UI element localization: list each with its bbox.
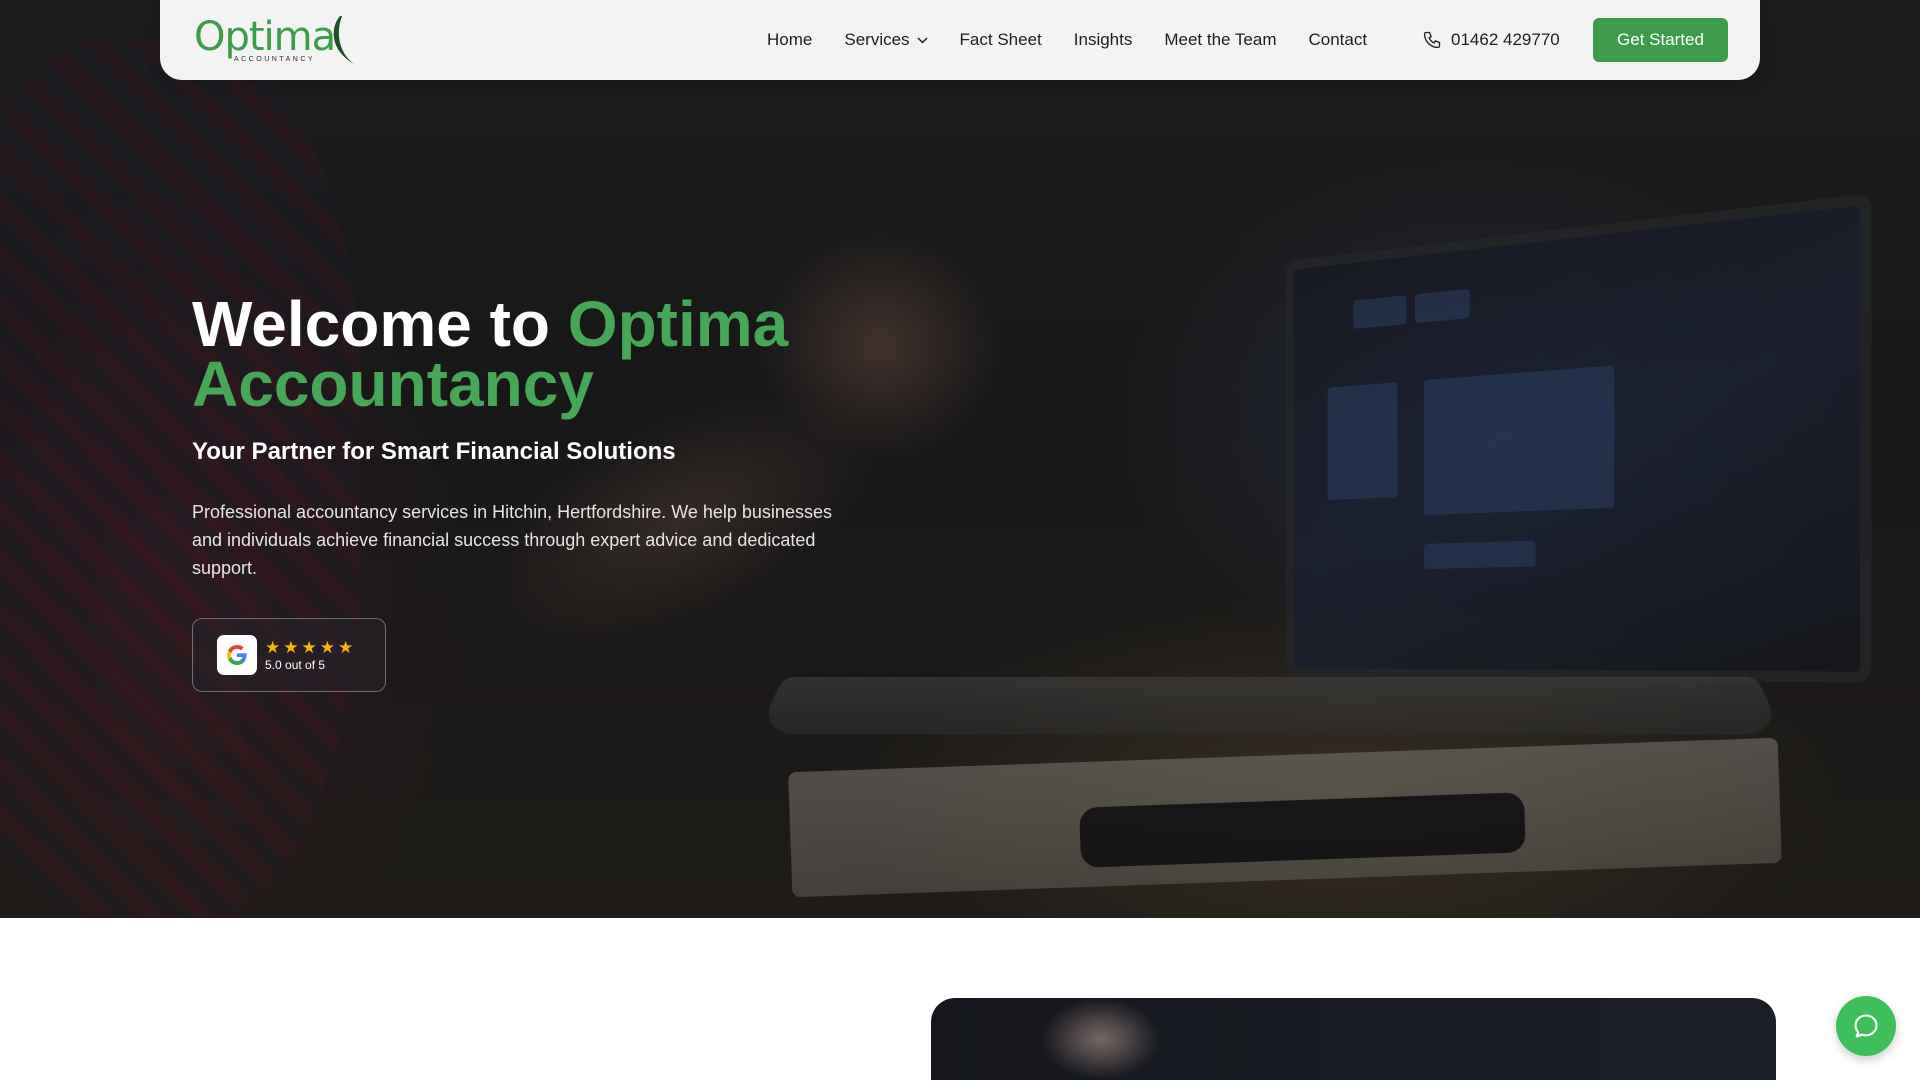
nav-contact-link[interactable]: Contact	[1309, 30, 1368, 50]
logo-swoosh-icon	[333, 16, 354, 64]
nav-fact-sheet-label: Fact Sheet	[959, 30, 1042, 49]
nav-home-link[interactable]: Home	[767, 30, 812, 50]
hero-content: Welcome to Optima Accountancy Your Partn…	[192, 292, 892, 692]
google-review-badge[interactable]: ★ ★ ★ ★ ★ 5.0 out of 5	[192, 618, 386, 692]
chat-bubble-icon	[1854, 1014, 1878, 1038]
chat-button[interactable]	[1836, 996, 1896, 1056]
logo-text: Optima	[194, 14, 336, 60]
star-icon: ★	[319, 637, 335, 657]
nav-insights-label: Insights	[1073, 30, 1133, 49]
chevron-down-icon	[917, 36, 928, 44]
logo-subtext: ACCOUNTANCY	[234, 56, 316, 63]
rating-stars: ★ ★ ★ ★ ★	[265, 639, 356, 656]
about-media-card	[931, 998, 1776, 1080]
nav-phone-number: 01462 429770	[1451, 30, 1560, 49]
nav-phone-link[interactable]: 01462 429770	[1422, 0, 1560, 80]
nav-meet-the-team-label: Meet the Team	[1164, 30, 1277, 49]
star-icon: ★	[283, 637, 299, 657]
google-icon	[227, 645, 247, 665]
nav-fact-sheet-link[interactable]: Fact Sheet	[960, 30, 1042, 50]
get-started-button[interactable]: Get Started	[1593, 18, 1728, 62]
google-icon-box	[217, 635, 257, 675]
star-icon: ★	[301, 637, 317, 657]
nav-services-dropdown[interactable]: Services	[844, 30, 928, 50]
star-icon: ★	[338, 637, 354, 657]
logo[interactable]: Optima ACCOUNTANCY	[194, 12, 364, 68]
star-icon: ★	[265, 637, 281, 657]
navbar: Optima ACCOUNTANCY Home Services Fact Sh…	[160, 0, 1760, 80]
nav-services-label: Services	[844, 30, 910, 49]
hero-title: Welcome to Optima Accountancy	[192, 292, 892, 416]
rating-text: 5.0 out of 5	[265, 657, 326, 672]
nav-home-label: Home	[767, 30, 813, 49]
nav-contact-label: Contact	[1308, 30, 1368, 49]
about-media-photo	[1041, 998, 1161, 1080]
phone-icon	[1423, 31, 1441, 49]
nav-insights-link[interactable]: Insights	[1074, 30, 1133, 50]
review-info: ★ ★ ★ ★ ★ 5.0 out of 5	[265, 639, 356, 672]
hero-description: Professional accountancy services in Hit…	[192, 502, 832, 578]
main-nav: Home Services Fact Sheet Insights Meet t…	[767, 0, 1399, 80]
hero-subtitle: Your Partner for Smart Financial Solutio…	[192, 438, 676, 465]
nav-meet-the-team-link[interactable]: Meet the Team	[1164, 30, 1276, 50]
